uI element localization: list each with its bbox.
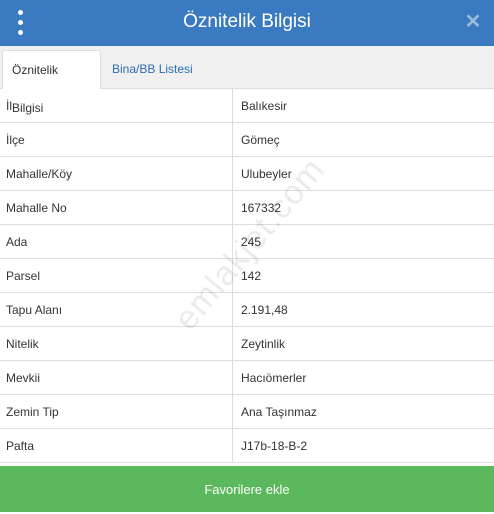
attribute-key: Tapu Alanı (0, 293, 233, 327)
attribute-value: Balıkesir (233, 89, 494, 123)
attribute-key: Parsel (0, 259, 233, 293)
attribute-table: İl Balıkesir İlçe Gömeç Mahalle/Köy Ulub… (0, 89, 494, 463)
table-row: İlçe Gömeç (0, 123, 494, 157)
attribute-value: Ana Taşınmaz (233, 395, 494, 429)
table-row: Ada 245 (0, 225, 494, 259)
close-icon[interactable]: ✕ (462, 11, 484, 33)
table-row: Parsel 142 (0, 259, 494, 293)
attribute-value: Ulubeyler (233, 157, 494, 191)
attribute-value: 142 (233, 259, 494, 293)
table-row: Mahalle/Köy Ulubeyler (0, 157, 494, 191)
tab-bar: Öznitelik Bilgisi Bina/BB Listesi (0, 46, 494, 89)
attribute-value: Hacıömerler (233, 361, 494, 395)
tab-oznitelik-bilgisi[interactable]: Öznitelik Bilgisi (2, 50, 101, 89)
dialog-title: Öznitelik Bilgisi (0, 10, 494, 34)
attribute-key: İl (0, 89, 233, 123)
attribute-value: 167332 (233, 191, 494, 225)
attribute-key: İlçe (0, 123, 233, 157)
attribute-value: 2.191,48 (233, 293, 494, 327)
add-to-favorites-button[interactable]: Favorilere ekle (0, 466, 494, 512)
attribute-key: Mevkii (0, 361, 233, 395)
table-row: Mevkii Hacıömerler (0, 361, 494, 395)
table-row: Pafta J17b-18-B-2 (0, 429, 494, 463)
attribute-value: Gömeç (233, 123, 494, 157)
attribute-key: Mahalle/Köy (0, 157, 233, 191)
table-row: Mahalle No 167332 (0, 191, 494, 225)
attribute-value: J17b-18-B-2 (233, 429, 494, 463)
table-row: İl Balıkesir (0, 89, 494, 123)
attribute-key: Zemin Tip (0, 395, 233, 429)
attribute-value: Zeytinlik (233, 327, 494, 361)
attribute-key: Pafta (0, 429, 233, 463)
attribute-key: Ada (0, 225, 233, 259)
dialog-header: Öznitelik Bilgisi ✕ (0, 0, 494, 46)
table-row: Nitelik Zeytinlik (0, 327, 494, 361)
attribute-key: Mahalle No (0, 191, 233, 225)
attribute-value: 245 (233, 225, 494, 259)
attribute-key: Nitelik (0, 327, 233, 361)
table-row: Zemin Tip Ana Taşınmaz (0, 395, 494, 429)
table-row: Tapu Alanı 2.191,48 (0, 293, 494, 327)
tab-bina-bb-listesi[interactable]: Bina/BB Listesi (103, 50, 202, 89)
